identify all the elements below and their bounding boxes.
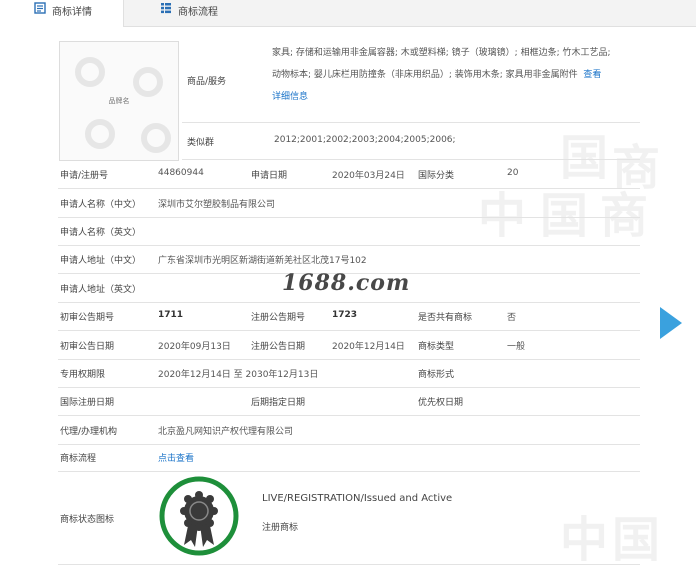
flow-row: 商标流程 点击查看 xyxy=(58,445,640,472)
prelim-no-label: 初审公告期号 xyxy=(60,313,115,323)
applicant-en-row: 申请人名称（英文） xyxy=(58,218,640,246)
agent-row: 代理/办理机构 北京盈凡网知识产权代理有限公司 xyxy=(58,416,640,445)
status-en-text: LIVE/REGISTRATION/Issued and Active xyxy=(262,493,453,504)
award-ribbon-icon xyxy=(158,475,240,557)
next-arrow-icon[interactable] xyxy=(660,307,682,339)
goods-services-text: 家具; 存储和运输用非金属容器; 木或塑料梯; 镜子（玻璃镜）; 相框边条; 竹… xyxy=(272,42,642,108)
goods-line-2: 动物标本; 婴儿床栏用防撞条（非床用织品）; 装饰用木条; 家具用非金属附件 查… xyxy=(272,64,642,86)
detail-info-link[interactable]: 详细信息 xyxy=(272,92,308,102)
address-cn-label: 申请人地址（中文） xyxy=(60,256,142,266)
prelim-no-row: 初审公告期号 1711 注册公告期号 1723 是否共有商标 否 xyxy=(58,303,640,331)
applicant-cn-value: 深圳市艾尔塑胶制品有限公司 xyxy=(158,200,276,210)
applicant-cn-label: 申请人名称（中文） xyxy=(60,200,142,210)
tab-trademark-flow[interactable]: 商标流程 xyxy=(160,0,218,26)
view-goods-link[interactable]: 查看 xyxy=(583,70,601,80)
reg-pub-no-value: 1723 xyxy=(332,310,358,320)
prelim-no-value: 1711 xyxy=(158,310,184,320)
similar-groups-row: 类似群 2012;2001;2002;2003;2004;2005;2006; xyxy=(182,123,640,160)
tab-bar: 商标详情 商标流程 xyxy=(0,0,696,27)
tm-type-value: 一般 xyxy=(507,342,526,352)
similar-groups-label: 类似群 xyxy=(187,138,215,148)
app-date-value: 2020年03月24日 xyxy=(332,171,405,181)
thumbnail-text: 品牌名 xyxy=(108,97,130,105)
tab-label: 商标详情 xyxy=(52,7,92,18)
reg-no-label: 申请/注册号 xyxy=(60,171,109,181)
address-en-label: 申请人地址（英文） xyxy=(60,285,142,295)
shared-value: 否 xyxy=(507,313,517,323)
excl-period-label: 专用权期限 xyxy=(60,370,106,380)
address-cn-value: 广东省深圳市光明区新湖街道新羌社区北茂17号102 xyxy=(158,256,367,266)
shared-label: 是否共有商标 xyxy=(418,313,473,323)
status-cn-text: 注册商标 xyxy=(262,523,299,533)
flow-label: 商标流程 xyxy=(60,454,97,464)
tm-form-label: 商标形式 xyxy=(418,370,455,380)
tab-label: 商标流程 xyxy=(178,7,218,18)
site-watermark: 1688.com xyxy=(282,270,411,296)
excl-period-value: 2020年12月14日 至 2030年12月13日 xyxy=(158,370,319,380)
app-date-label: 申请日期 xyxy=(251,171,288,181)
similar-groups-value: 2012;2001;2002;2003;2004;2005;2006; xyxy=(274,135,456,145)
goods-services-label: 商品/服务 xyxy=(187,77,227,87)
priority-date-label: 优先权日期 xyxy=(418,398,464,408)
applicant-en-label: 申请人名称（英文） xyxy=(60,228,142,238)
tm-type-label: 商标类型 xyxy=(418,342,455,352)
agent-value: 北京盈凡网知识产权代理有限公司 xyxy=(158,427,294,437)
prelim-date-value: 2020年09月13日 xyxy=(158,342,231,352)
status-icon-label: 商标状态图标 xyxy=(60,515,115,525)
later-date-label: 后期指定日期 xyxy=(251,398,306,408)
goods-line-2-text: 动物标本; 婴儿床栏用防撞条（非床用织品）; 装饰用木条; 家具用非金属附件 xyxy=(272,70,578,80)
trademark-image: 品牌名 xyxy=(59,41,179,161)
reg-no-row: 申请/注册号 44860944 申请日期 2020年03月24日 国际分类 20 xyxy=(58,160,640,189)
intl-reg-row: 国际注册日期 后期指定日期 优先权日期 xyxy=(58,388,640,416)
goods-line-1: 家具; 存储和运输用非金属容器; 木或塑料梯; 镜子（玻璃镜）; 相框边条; 竹… xyxy=(272,48,611,58)
flow-view-link[interactable]: 点击查看 xyxy=(158,451,194,464)
document-icon xyxy=(34,0,46,24)
reg-no-value: 44860944 xyxy=(158,168,204,178)
intl-class-label: 国际分类 xyxy=(418,171,455,181)
intl-reg-date-label: 国际注册日期 xyxy=(60,398,115,408)
excl-period-row: 专用权期限 2020年12月14日 至 2030年12月13日 商标形式 xyxy=(58,360,640,388)
reg-pub-date-label: 注册公告日期 xyxy=(251,342,306,352)
list-icon xyxy=(160,0,172,24)
prelim-date-row: 初审公告日期 2020年09月13日 注册公告日期 2020年12月14日 商标… xyxy=(58,331,640,360)
agent-label: 代理/办理机构 xyxy=(60,427,118,437)
status-row: 商标状态图标 LIVE/REGISTRATION/Issued and Acti… xyxy=(58,472,640,565)
applicant-cn-row: 申请人名称（中文） 深圳市艾尔塑胶制品有限公司 xyxy=(58,189,640,218)
intl-class-value: 20 xyxy=(507,168,519,178)
reg-pub-date-value: 2020年12月14日 xyxy=(332,342,405,352)
prelim-date-label: 初审公告日期 xyxy=(60,342,115,352)
reg-pub-no-label: 注册公告期号 xyxy=(251,313,306,323)
tab-trademark-details[interactable]: 商标详情 xyxy=(0,0,124,27)
